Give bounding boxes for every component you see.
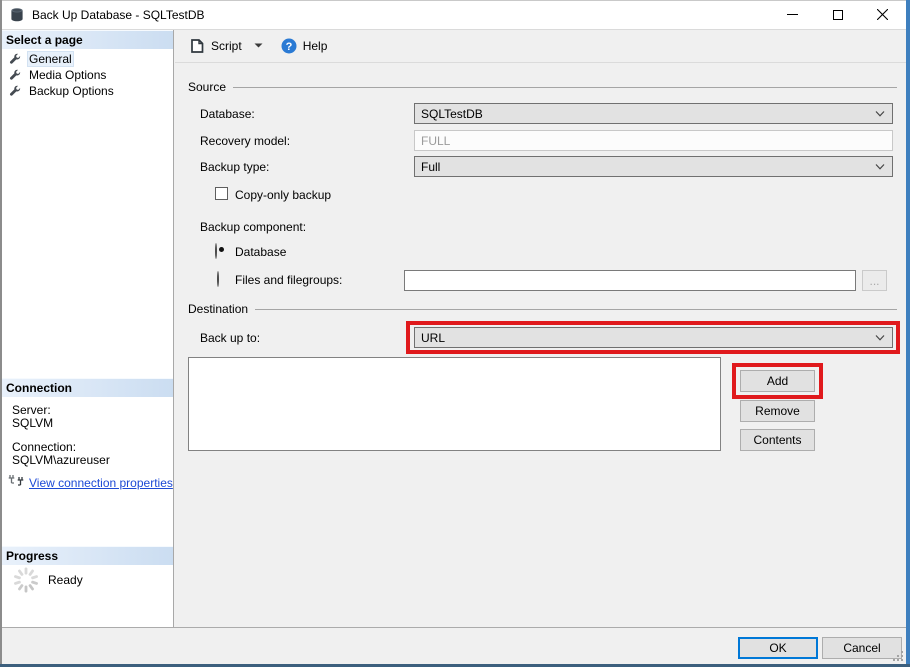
component-files-label: Files and filegroups: [235, 273, 342, 287]
sidebar-item-label: General [27, 51, 74, 67]
resize-grip[interactable] [892, 650, 904, 665]
sidebar-item-label: Media Options [27, 68, 108, 82]
browse-button: ... [862, 270, 887, 291]
toolbar: Script ? Help [175, 30, 906, 63]
add-button[interactable]: Add [740, 370, 815, 392]
database-app-icon [9, 7, 25, 26]
backup-type-combo-value: Full [421, 160, 440, 174]
recovery-model-value: FULL [421, 134, 450, 148]
database-combo[interactable]: SQLTestDB [414, 103, 893, 124]
database-label: Database: [200, 107, 255, 121]
view-connection-properties-link[interactable]: View connection properties [29, 476, 173, 490]
close-button[interactable] [860, 0, 905, 29]
minimize-button[interactable] [770, 0, 815, 29]
script-button[interactable]: Script [185, 34, 267, 58]
select-a-page-header: Select a page [2, 30, 173, 49]
connection-header: Connection [2, 378, 173, 397]
resize-grip-icon [892, 650, 904, 662]
help-button[interactable]: ? Help [277, 34, 332, 58]
window-title: Back Up Database - SQLTestDB [32, 8, 205, 22]
recovery-model-field: FULL [414, 130, 893, 151]
files-filegroups-field [404, 270, 856, 291]
minimize-icon [787, 9, 798, 20]
group-rule [255, 309, 897, 310]
sidebar-item-label: Backup Options [27, 84, 116, 98]
connection-label: Connection: [12, 440, 76, 454]
back-up-to-label: Back up to: [200, 331, 260, 345]
help-label: Help [303, 39, 328, 53]
wrench-icon [9, 69, 21, 81]
window-edge-left [0, 0, 2, 667]
chevron-down-icon [254, 43, 263, 49]
backup-database-dialog: Back Up Database - SQLTestDB Select a pa… [0, 0, 910, 667]
destination-group-label: Destination [188, 302, 248, 316]
chevron-down-icon [875, 164, 885, 170]
connection-properties-icon [8, 474, 25, 492]
svg-text:?: ? [285, 41, 292, 53]
remove-button[interactable]: Remove [740, 400, 815, 422]
source-group-label: Source [188, 80, 226, 94]
back-up-to-combo-value: URL [421, 331, 445, 345]
backup-component-label: Backup component: [200, 220, 306, 234]
copy-only-backup-label: Copy-only backup [235, 188, 331, 202]
database-combo-value: SQLTestDB [421, 107, 483, 121]
backup-type-label: Backup type: [200, 160, 269, 174]
script-icon [189, 38, 205, 54]
chevron-down-icon [875, 335, 885, 341]
script-label: Script [211, 39, 242, 53]
component-database-label: Database [235, 245, 286, 259]
backup-destinations-list[interactable] [188, 357, 721, 451]
sidebar: Select a page General Media Options Back… [2, 30, 174, 628]
server-value: SQLVM [12, 416, 53, 430]
connection-value: SQLVM\azureuser [12, 453, 110, 467]
sidebar-item-media-options[interactable]: Media Options [2, 67, 173, 83]
server-label: Server: [12, 403, 51, 417]
progress-header: Progress [2, 546, 173, 565]
cancel-button[interactable]: Cancel [822, 637, 902, 659]
copy-only-backup-checkbox[interactable] [215, 187, 228, 200]
help-icon: ? [281, 38, 297, 54]
window-edge-top [0, 0, 910, 1]
chevron-down-icon [875, 111, 885, 117]
destination-group-header: Destination [188, 302, 897, 316]
contents-button[interactable]: Contents [740, 429, 815, 451]
wrench-icon [9, 85, 21, 97]
ok-button[interactable]: OK [738, 637, 818, 659]
back-up-to-combo[interactable]: URL [414, 327, 893, 348]
progress-spinner-icon [12, 566, 40, 597]
window-edge-right [906, 0, 910, 667]
recovery-model-label: Recovery model: [200, 134, 290, 148]
maximize-icon [833, 10, 843, 20]
maximize-button[interactable] [815, 0, 860, 29]
group-rule [233, 87, 897, 88]
component-files-radio[interactable] [217, 271, 219, 287]
source-group-header: Source [188, 80, 897, 94]
close-icon [877, 9, 888, 20]
wrench-icon [9, 53, 21, 65]
backup-type-combo[interactable]: Full [414, 156, 893, 177]
progress-status: Ready [48, 573, 83, 587]
component-database-radio[interactable] [215, 243, 217, 259]
sidebar-item-general[interactable]: General [2, 51, 173, 67]
title-bar: Back Up Database - SQLTestDB [0, 0, 910, 30]
sidebar-item-backup-options[interactable]: Backup Options [2, 83, 173, 99]
footer-separator [0, 627, 910, 628]
